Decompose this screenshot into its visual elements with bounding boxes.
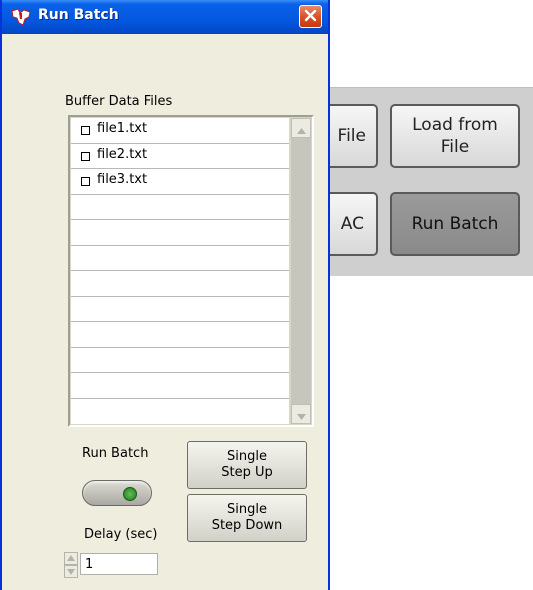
single-step-down-button[interactable]: Single Step Down: [187, 494, 307, 542]
buffer-data-files-label: Buffer Data Files: [65, 94, 173, 109]
listbox-scrollbar[interactable]: [291, 118, 311, 424]
list-item-label: file1.txt: [97, 121, 148, 136]
scroll-up-button[interactable]: [291, 118, 311, 138]
ti-logo-icon: [10, 7, 32, 27]
empty-list-row[interactable]: [71, 322, 289, 348]
delay-input[interactable]: [80, 553, 158, 575]
single-step-up-button[interactable]: Single Step Up: [187, 441, 307, 489]
list-item[interactable]: file1.txt: [71, 118, 289, 144]
delay-stepper[interactable]: [64, 552, 78, 578]
window-title: Run Batch: [38, 7, 119, 23]
empty-list-row[interactable]: [71, 245, 289, 271]
delay-label: Delay (sec): [84, 527, 158, 542]
run-batch-window: Run Batch Buffer Data Files file1.txt fi…: [0, 0, 330, 590]
run-batch-label: Run Batch: [82, 446, 149, 461]
title-bar[interactable]: Run Batch: [2, 0, 328, 34]
list-item-label: file2.txt: [97, 146, 148, 162]
checkbox-icon[interactable]: [81, 151, 90, 161]
buffer-files-listbox[interactable]: file1.txt file2.txt file3.txt: [68, 115, 314, 427]
empty-list-row[interactable]: [71, 194, 289, 220]
stepper-arrows-icon[interactable]: [64, 552, 78, 578]
load-from-file-button[interactable]: Load from File: [390, 104, 520, 168]
scroll-down-button[interactable]: [291, 404, 311, 424]
empty-list-row[interactable]: [71, 271, 289, 297]
empty-list-row[interactable]: [71, 296, 289, 322]
empty-list-row[interactable]: [71, 398, 289, 424]
run-batch-toggle[interactable]: [82, 480, 152, 506]
listbox-rows: file1.txt file2.txt file3.txt: [71, 118, 289, 424]
scroll-up-arrow-icon: [296, 119, 306, 138]
empty-list-row[interactable]: [71, 373, 289, 399]
checkbox-icon[interactable]: [81, 177, 90, 186]
empty-list-row[interactable]: [71, 220, 289, 246]
close-button[interactable]: [299, 5, 322, 28]
empty-list-row[interactable]: [71, 347, 289, 373]
checkbox-icon[interactable]: [81, 126, 90, 135]
list-item[interactable]: file2.txt: [71, 143, 289, 169]
list-item[interactable]: file3.txt: [71, 169, 289, 195]
list-item-label: file3.txt: [97, 172, 148, 187]
run-batch-main-button[interactable]: Run Batch: [390, 192, 520, 256]
led-indicator: [123, 487, 137, 501]
close-x-icon: [304, 7, 317, 26]
scroll-down-arrow-icon: [296, 405, 306, 424]
background-panel: File Load from File AC Run Batch: [318, 87, 533, 276]
